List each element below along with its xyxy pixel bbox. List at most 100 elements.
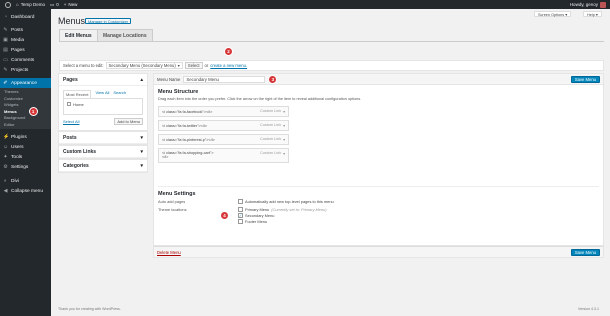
divi-icon: ◐ (3, 178, 8, 184)
submenu-editor[interactable]: Editor (0, 122, 51, 129)
page-title: Menus (58, 16, 86, 26)
home-icon: ⌂ (16, 2, 19, 7)
chevron-up-icon: ▴ (140, 76, 143, 83)
tools-icon: ✦ (3, 154, 8, 160)
wordpress-icon (5, 1, 11, 8)
pages-tabs: Most Recent View All Search (59, 86, 147, 98)
menu-select-dropdown[interactable]: Secondary Menu (Secondary Menu) ▾ (105, 62, 183, 69)
chevron-down-icon: ▾ (177, 63, 180, 68)
save-menu-button-bottom[interactable]: Save Menu (570, 248, 600, 256)
plugin-icon: ⚡ (3, 134, 10, 140)
sidebar-item-plugins[interactable]: ⚡ Plugins (0, 132, 51, 142)
home-checkbox[interactable] (67, 102, 71, 106)
posts-panel: Posts ▾ (58, 131, 148, 145)
pin-icon: ✎ (3, 27, 8, 33)
select-menu-button[interactable]: Select (184, 62, 203, 69)
annotation-marker-3: 3 (268, 74, 278, 84)
pages-actions: Select All Add to Menu (59, 115, 147, 130)
users-icon: ☺ (3, 144, 9, 150)
chevron-down-icon[interactable]: ▾ (283, 109, 285, 114)
new-content-link[interactable]: + New (64, 2, 78, 7)
sidebar-item-posts[interactable]: ✎ Posts (0, 25, 51, 35)
menu-management-column: Menu Name Secondary Menu 3 Save Menu Men… (153, 73, 604, 258)
menu-item[interactable]: <i class="fa fa-pinterest-p"></i> Custom … (158, 134, 289, 145)
tab-edit-menus[interactable]: Edit Menus (59, 29, 98, 41)
pages-panel: Pages ▴ Most Recent View All Search Home … (58, 73, 148, 131)
wordpress-logo[interactable] (5, 1, 11, 8)
select-all-link[interactable]: Select All (63, 119, 79, 124)
categories-panel-header[interactable]: Categories ▾ (59, 160, 147, 172)
sidebar-item-comments[interactable]: ▭ Comments (0, 55, 51, 65)
admin-sidebar: ◔ Dashboard ✎ Posts ▣ Media ▤ Pages ▭ Comment… (0, 9, 51, 316)
menu-item[interactable]: <i class="fa fa-twitter"></i> Custom Link… (158, 120, 289, 131)
primary-menu-checkbox[interactable] (238, 207, 243, 212)
account-menu[interactable]: Howdy, genoy (570, 1, 606, 8)
auto-add-row: Auto add pages Automatically add new top… (158, 199, 334, 204)
sidebar-item-dashboard[interactable]: ◔ Dashboard (0, 12, 51, 22)
menu-settings-title: Menu Settings (158, 191, 196, 197)
collapse-icon: ◀ (3, 188, 8, 194)
collapse-menu-button[interactable]: ◀ Collapse menu (0, 186, 51, 196)
sidebar-item-divi[interactable]: ◐ Divi (0, 176, 51, 186)
theme-locations-row: Theme locations Primary Menu (Currently s… (158, 207, 327, 224)
menu-item[interactable]: <i class="fa fa-shopping-cart"> </i> Custo… (158, 148, 289, 163)
menu-structure-title: Menu Structure (158, 89, 199, 95)
custom-links-panel: Custom Links ▾ (58, 145, 148, 159)
comment-icon: ▭ (3, 57, 8, 63)
pin-icon: ✎ (3, 67, 8, 73)
screen-options-button[interactable]: Screen Options ▾ (534, 11, 572, 17)
save-menu-button-top[interactable]: Save Menu (570, 75, 600, 83)
sidebar-item-pages[interactable]: ▤ Pages (0, 45, 51, 55)
menu-name-input[interactable]: Secondary Menu (183, 75, 266, 83)
sidebar-item-media[interactable]: ▣ Media (0, 35, 51, 45)
pages-panel-header[interactable]: Pages ▴ (59, 74, 147, 86)
menu-structure-desc: Drag each item into the order you prefer… (158, 97, 362, 101)
custom-links-panel-header[interactable]: Custom Links ▾ (59, 146, 147, 158)
footer-thank-you: Thank you for creating with WordPress. (58, 307, 121, 311)
annotation-marker-1: 1 (28, 107, 38, 117)
chevron-down-icon: ▾ (140, 148, 143, 155)
chevron-down-icon: ▾ (140, 162, 143, 169)
tab-view-all[interactable]: View All (95, 90, 109, 98)
posts-panel-header[interactable]: Posts ▾ (59, 132, 147, 144)
dashboard-icon: ◔ (3, 14, 8, 20)
menu-item[interactable]: <i class="fa fa-facebook"></i> Custom Lin… (158, 106, 289, 117)
add-to-menu-button[interactable]: Add to Menu (114, 118, 143, 125)
annotation-marker-2: 2 (224, 47, 233, 56)
chevron-down-icon[interactable]: ▾ (283, 137, 285, 142)
manage-in-customizer-button[interactable]: Manage in Customizer (85, 18, 132, 24)
secondary-menu-checkbox[interactable]: ✓ (238, 213, 243, 218)
tab-search[interactable]: Search (113, 90, 126, 98)
checkmark-icon: ✓ (238, 213, 243, 218)
comments-link[interactable]: ▭ 0 (50, 2, 59, 8)
brush-icon: ✐ (3, 80, 8, 86)
chevron-down-icon: ▾ (140, 134, 143, 141)
tab-manage-locations[interactable]: Manage Locations (97, 29, 153, 41)
sidebar-item-tools[interactable]: ✦ Tools (0, 152, 51, 162)
appearance-submenu: Themes Customize Widgets Menus 1 Backgrou… (0, 88, 51, 129)
sidebar-item-projects[interactable]: ✎ Projects (0, 65, 51, 75)
sidebar-item-appearance[interactable]: ✐ Appearance (0, 78, 51, 88)
help-button[interactable]: Help ▾ (583, 11, 602, 17)
menu-select-bar: Select a menu to edit: Secondary Menu (S… (59, 60, 604, 71)
plus-icon: + (63, 2, 67, 7)
menu-footer-bar: Delete Menu Save Menu (153, 246, 604, 258)
site-name-link[interactable]: ⌂ Temp Demo (16, 2, 45, 7)
menu-body: Menu Structure Drag each item into the o… (153, 85, 604, 246)
page-icon: ▤ (3, 47, 8, 53)
footer-menu-checkbox[interactable] (238, 219, 243, 224)
chevron-down-icon[interactable]: ▾ (283, 123, 285, 128)
tab-most-recent[interactable]: Most Recent (63, 90, 92, 98)
annotation-marker-4: 4 (220, 210, 229, 220)
sidebar-item-users[interactable]: ☺ Users (0, 142, 51, 152)
menu-name-bar: Menu Name Secondary Menu 3 Save Menu (153, 73, 604, 85)
delete-menu-link[interactable]: Delete Menu (157, 250, 181, 255)
chevron-down-icon[interactable]: ▾ (283, 151, 285, 156)
auto-add-checkbox[interactable] (238, 199, 243, 204)
create-new-menu-link[interactable]: create a new menu. (210, 63, 247, 68)
add-menu-items-column: Pages ▴ Most Recent View All Search Home … (58, 73, 148, 173)
sidebar-item-settings[interactable]: ⚙ Settings (0, 162, 51, 172)
categories-panel: Categories ▾ (58, 159, 148, 173)
comment-icon: ▭ (49, 1, 55, 7)
media-icon: ▣ (3, 37, 8, 43)
